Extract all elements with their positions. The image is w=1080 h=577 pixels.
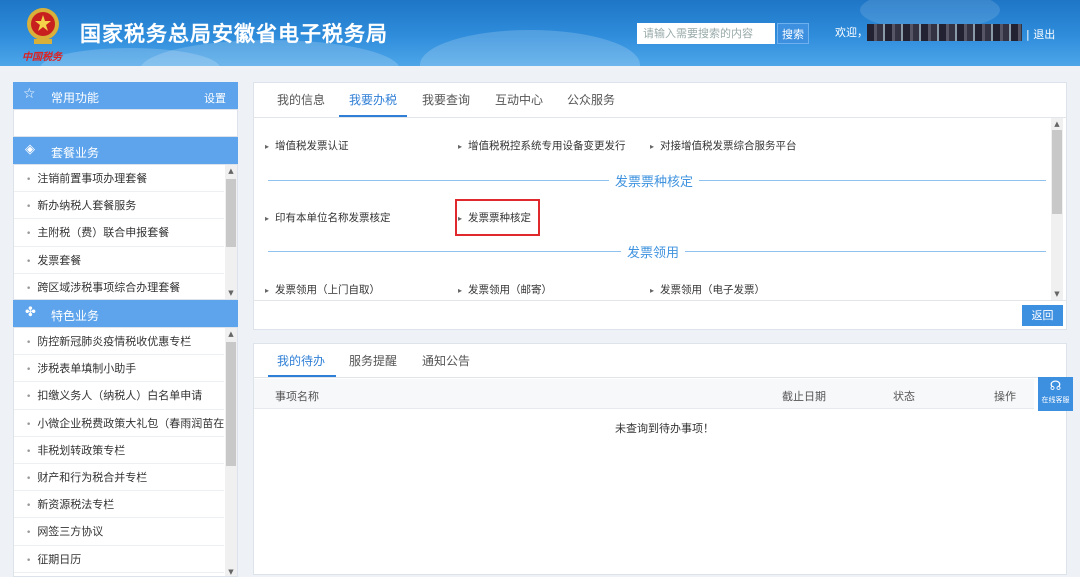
list-item[interactable]: 新办纳税人套餐服务 [14,192,224,220]
section-title-invoice-collect: 发票领用 [621,242,686,261]
list-item[interactable]: 防控新冠肺炎疫情税收优惠专栏 [14,328,224,356]
featured-header[interactable]: ✤ 特色业务 [13,300,238,327]
list-item[interactable]: 跨区域涉税事项综合办理套餐 [14,274,224,299]
service-link[interactable]: 增值税发票认证 [265,138,349,153]
search-input[interactable] [637,23,775,44]
clover-icon: ✤ [25,305,36,320]
tab-my-todo[interactable]: 我的待办 [277,352,325,369]
list-item[interactable]: 征期日历 [14,546,224,573]
list-item[interactable]: 新资源税法专栏 [14,491,224,519]
scroll-thumb[interactable] [1052,130,1062,214]
todo-tabs: 我的待办 服务提醒 通知公告 [253,343,1067,378]
scroll-up-icon[interactable]: ▲ [1051,118,1063,130]
list-item[interactable]: 主附税（费）联合申报套餐 [14,219,224,247]
star-icon: ☆ [23,86,36,102]
list-item[interactable]: 小微企业税费政策大礼包（春雨润苗在... [14,410,224,437]
list-item[interactable]: 非税划转政策专栏 [14,437,224,464]
main-tabs: 我的信息 我要办税 我要查询 互动中心 公众服务 [253,82,1067,118]
column-header: 操作 [994,390,1016,403]
scroll-down-icon[interactable]: ▼ [225,287,237,299]
search-button[interactable]: 搜索 [777,23,809,44]
service-link[interactable]: 增值税税控系统专用设备变更发行 [458,138,626,153]
favorites-settings-link[interactable]: 设置 [204,90,226,106]
column-header: 截止日期 [782,390,826,403]
services-scrollbar[interactable]: ▲ ▼ [1051,118,1063,300]
scroll-down-icon[interactable]: ▼ [225,566,237,576]
online-support-label: 在线客服 [1041,396,1070,404]
active-tab-indicator [268,375,336,377]
logout-link[interactable]: | 退出 [1026,26,1055,42]
scroll-up-icon[interactable]: ▲ [225,165,237,177]
tab-query[interactable]: 我要查询 [422,91,470,108]
tab-service-reminder[interactable]: 服务提醒 [349,352,397,369]
welcome-text: 欢迎， [835,26,868,39]
tagline: 中国税务 [22,52,62,63]
username-redacted [867,24,1022,41]
service-link[interactable]: 对接增值税发票综合服务平台 [650,138,797,153]
list-item[interactable]: 注销前置事项办理套餐 [14,165,224,193]
scroll-thumb[interactable] [226,342,236,466]
service-link[interactable]: 印有本单位名称发票核定 [265,210,391,225]
list-item[interactable]: 财产和行为税合并专栏 [14,464,224,492]
favorites-title: 常用功能 [51,91,100,105]
active-tab-indicator [339,115,407,117]
highlight-box [455,199,540,236]
column-header: 状态 [893,390,915,403]
list-item[interactable]: 扣缴义务人（纳税人）白名单申请 [14,382,224,410]
tab-interaction[interactable]: 互动中心 [495,91,543,108]
tab-my-info[interactable]: 我的信息 [277,91,325,108]
header-cloud [420,30,640,66]
headset-icon: ☊ [1049,379,1062,394]
scroll-thumb[interactable] [226,179,236,247]
online-support-button[interactable]: ☊ 在线客服 [1038,377,1073,411]
tab-public-service[interactable]: 公众服务 [567,91,615,108]
package-scrollbar[interactable]: ▲ ▼ [225,165,237,299]
featured-scrollbar[interactable]: ▲ ▼ [225,328,237,576]
package-header[interactable]: ◈ 套餐业务 [13,137,238,164]
service-link[interactable]: 发票领用（电子发票） [650,282,765,297]
list-item[interactable]: 发票套餐 [14,247,224,274]
tab-notice[interactable]: 通知公告 [422,352,470,369]
service-link[interactable]: 发票领用（邮寄） [458,282,552,297]
layers-icon: ◈ [25,142,35,157]
list-item[interactable]: 涉税表单填制小助手 [14,355,224,383]
package-list: 注销前置事项办理套餐 新办纳税人套餐服务 主附税（费）联合申报套餐 发票套餐 跨… [13,164,238,300]
panel-separator [253,300,1067,301]
service-link[interactable]: 发票领用（上门自取） [265,282,380,297]
empty-message: 未查询到待办事项！ [615,422,714,435]
favorites-header: ☆ 常用功能 设置 [13,82,238,109]
package-title: 套餐业务 [51,146,100,160]
site-header: 中国税务 国家税务总局安徽省电子税务局 搜索 欢迎， | 退出 [0,0,1080,66]
site-title: 国家税务总局安徽省电子税务局 [80,22,388,46]
favorites-body [13,109,238,137]
column-header: 事项名称 [275,390,319,403]
list-item[interactable]: 网签三方协议 [14,518,224,546]
tab-tax-handling[interactable]: 我要办税 [349,91,397,108]
featured-title: 特色业务 [51,309,100,323]
featured-list: 防控新冠肺炎疫情税收优惠专栏 涉税表单填制小助手 扣缴义务人（纳税人）白名单申请… [13,327,238,577]
tax-emblem-icon [27,8,59,44]
scroll-down-icon[interactable]: ▼ [1051,288,1063,300]
table-header-row [254,379,1034,409]
scroll-up-icon[interactable]: ▲ [225,328,237,340]
section-title-invoice-type: 发票票种核定 [609,171,700,190]
back-button[interactable]: 返回 [1022,305,1063,326]
